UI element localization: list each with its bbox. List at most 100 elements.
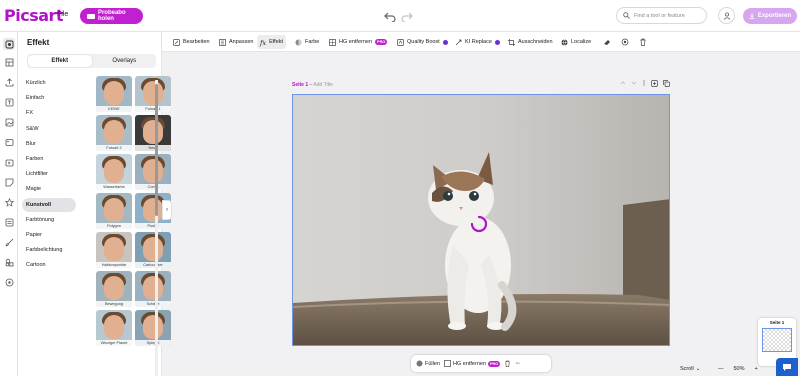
edit-toolbar: Bearbeiten Anpassen fx Effekt Farbe HG e… bbox=[162, 32, 800, 52]
category-item[interactable]: S&W bbox=[22, 122, 76, 136]
category-item[interactable]: Farbtönung bbox=[22, 213, 76, 227]
category-item[interactable]: Farbbelichtung bbox=[22, 243, 76, 257]
layers-icon[interactable] bbox=[3, 216, 15, 228]
tool-effekt[interactable]: fx Effekt bbox=[257, 35, 287, 49]
category-item[interactable]: Lichtfilter bbox=[22, 167, 76, 181]
effect-thumbnail[interactable]: Fotoart 2 bbox=[96, 115, 132, 151]
tool-anpassen[interactable]: Anpassen bbox=[216, 35, 256, 49]
collapse-panel-button[interactable]: ‹ bbox=[162, 200, 172, 220]
effect-thumbnail[interactable]: Cartoonizer bbox=[135, 232, 171, 268]
file-menu[interactable]: File bbox=[57, 11, 68, 18]
effect-thumbnail[interactable]: Wasserfarbe bbox=[96, 154, 132, 190]
category-item[interactable]: Magie bbox=[22, 182, 76, 196]
delete-icon[interactable] bbox=[639, 38, 647, 46]
fill-button[interactable]: Füllen bbox=[416, 360, 440, 367]
effect-thumbnail[interactable]: Neon bbox=[135, 115, 171, 151]
thumbnail-preview bbox=[143, 237, 163, 261]
preview-eye-icon[interactable] bbox=[621, 38, 629, 46]
undo-icon[interactable] bbox=[384, 10, 396, 22]
crown-icon bbox=[87, 13, 95, 19]
tool-ausschneiden[interactable]: Ausschneiden bbox=[505, 35, 556, 49]
tool-localize[interactable]: Localize bbox=[558, 35, 594, 49]
category-item[interactable]: Papier bbox=[22, 228, 76, 242]
delete-icon[interactable] bbox=[504, 360, 511, 367]
effect-thumbnail[interactable]: Fotoart 1 bbox=[135, 76, 171, 112]
thumbnail-label: Wasserfarbe bbox=[96, 184, 132, 190]
export-button[interactable]: Exportieren bbox=[743, 8, 797, 24]
trial-button[interactable]: Probeabo holen bbox=[80, 8, 143, 24]
page-tools bbox=[620, 80, 670, 87]
category-item[interactable]: Cartoon bbox=[22, 258, 76, 272]
category-item[interactable]: Kürzlich bbox=[22, 76, 76, 90]
effect-thumbnail[interactable]: KEINE bbox=[96, 76, 132, 112]
zoom-out-button[interactable]: — bbox=[718, 366, 724, 372]
add-page-icon[interactable] bbox=[651, 80, 658, 87]
search-placeholder: Find a tool or feature bbox=[634, 12, 685, 19]
more-options-icon[interactable]: ··· bbox=[515, 360, 520, 367]
effects-rail-icon[interactable] bbox=[3, 38, 15, 50]
eraser-icon[interactable] bbox=[603, 38, 611, 46]
templates-icon[interactable] bbox=[3, 56, 15, 68]
chevron-down-icon: ⌄ bbox=[695, 366, 701, 372]
redo-icon[interactable] bbox=[401, 10, 413, 22]
context-remove-bg-button[interactable]: HG entfernen PRO bbox=[444, 360, 501, 367]
tool-ki-replace[interactable]: KI Replace bbox=[452, 35, 503, 49]
effect-thumbnail[interactable]: Halbtonpunkte bbox=[96, 232, 132, 268]
tool-quality-boost[interactable]: Quality Boost bbox=[394, 35, 451, 49]
more-vertical-icon[interactable] bbox=[642, 80, 646, 86]
chevron-down-icon[interactable] bbox=[631, 80, 637, 86]
tab-overlays[interactable]: Overlays bbox=[93, 54, 157, 68]
thumbnail-label: Polygon bbox=[96, 223, 132, 229]
zoom-in-button[interactable]: + bbox=[755, 366, 758, 372]
category-item[interactable]: Blur bbox=[22, 137, 76, 151]
photos-icon[interactable] bbox=[3, 116, 15, 128]
user-icon bbox=[723, 11, 730, 20]
effect-thumbnail[interactable]: Polygon bbox=[96, 193, 132, 229]
effect-thumbnail[interactable]: Schärfe bbox=[135, 271, 171, 307]
tab-effekt[interactable]: Effekt bbox=[28, 55, 92, 67]
chevron-up-icon[interactable] bbox=[620, 80, 626, 86]
new-dot-icon bbox=[442, 39, 448, 45]
zoom-level[interactable]: 50% bbox=[734, 366, 745, 372]
user-avatar[interactable] bbox=[718, 7, 735, 24]
effect-thumbnail[interactable]: Comic bbox=[135, 154, 171, 190]
category-item[interactable]: Einfach bbox=[22, 91, 76, 105]
effect-thumbnail[interactable]: Winziger Planet bbox=[96, 310, 132, 346]
zoom-control: — 50% + bbox=[718, 366, 758, 372]
remove-bg-icon bbox=[444, 360, 451, 367]
tool-farbe[interactable]: Farbe bbox=[292, 35, 322, 49]
thumbnail-scrollbar[interactable] bbox=[155, 84, 158, 216]
text-icon[interactable] bbox=[3, 96, 15, 108]
thumbnail-preview bbox=[104, 315, 124, 339]
page-thumbnail[interactable] bbox=[762, 328, 792, 352]
more-tools-icon[interactable] bbox=[3, 276, 15, 288]
tool-hg-entfernen[interactable]: HG entfernen PRO bbox=[326, 35, 390, 49]
search-input[interactable]: Find a tool or feature bbox=[616, 7, 707, 24]
image-icon[interactable] bbox=[3, 136, 15, 148]
page-thumbnail-label: Seite 1 bbox=[769, 320, 785, 325]
video-icon[interactable] bbox=[3, 156, 15, 168]
adjust-icon bbox=[219, 38, 226, 46]
effect-thumbnail[interactable]: Spiegel bbox=[135, 310, 171, 346]
shapes-icon[interactable] bbox=[3, 256, 15, 268]
duplicate-page-icon[interactable] bbox=[663, 80, 670, 87]
category-item[interactable]: Farben bbox=[22, 152, 76, 166]
thumbnail-label: Neon bbox=[135, 145, 171, 151]
category-item[interactable]: FX bbox=[22, 106, 76, 120]
thumbnail-preview bbox=[104, 276, 124, 300]
stickers-icon[interactable] bbox=[3, 176, 15, 188]
page-title[interactable]: Seite 1 – Add Title bbox=[292, 82, 333, 88]
chevron-left-icon: ‹ bbox=[166, 207, 168, 213]
upload-icon[interactable] bbox=[3, 76, 15, 88]
pro-badge: PRO bbox=[375, 39, 388, 45]
brush-icon[interactable] bbox=[3, 236, 15, 248]
picsart-logo[interactable]: Picsart bbox=[4, 6, 64, 25]
tool-bearbeiten[interactable]: Bearbeiten bbox=[170, 35, 213, 49]
category-item[interactable]: Kunstvoll bbox=[22, 197, 76, 212]
thumbnail-label: Poster bbox=[135, 223, 171, 229]
canvas-page[interactable] bbox=[292, 94, 670, 346]
help-chat-button[interactable] bbox=[776, 358, 798, 376]
effect-thumbnail[interactable]: Bewegung bbox=[96, 271, 132, 307]
scroll-mode-select[interactable]: Scroll ⌄ bbox=[680, 366, 700, 372]
star-icon[interactable] bbox=[3, 196, 15, 208]
